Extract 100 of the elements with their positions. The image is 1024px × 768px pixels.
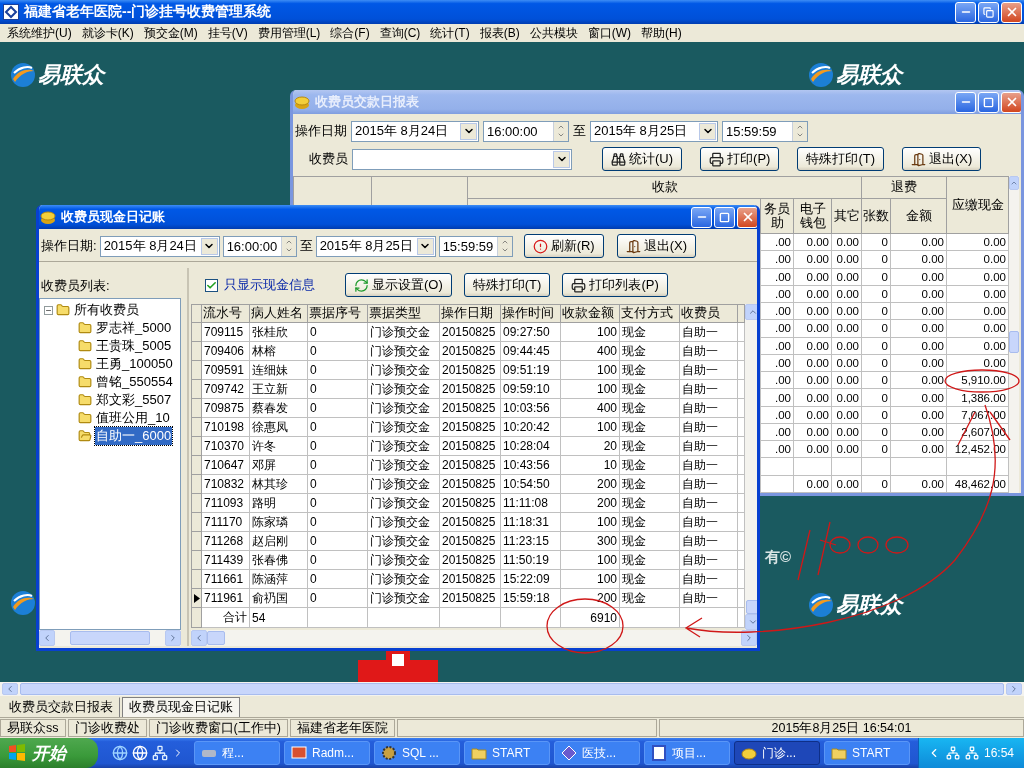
column-header: 支付方式 bbox=[619, 304, 680, 323]
spin-button[interactable] bbox=[496, 236, 512, 256]
spin-button[interactable] bbox=[553, 121, 568, 141]
toolbar-button[interactable]: 打印列表(P) bbox=[562, 273, 668, 297]
maximize-button[interactable] bbox=[714, 206, 735, 228]
scrollbar-thumb[interactable] bbox=[70, 631, 150, 645]
taskbar-button[interactable]: 医技... bbox=[554, 741, 640, 765]
spin-button[interactable] bbox=[280, 236, 296, 256]
close-button[interactable] bbox=[1001, 91, 1021, 113]
scroll-button[interactable] bbox=[1009, 176, 1019, 190]
menu-item[interactable]: 报表(B) bbox=[474, 24, 525, 42]
menu-item[interactable]: 就诊卡(K) bbox=[76, 24, 139, 42]
taskbar-button[interactable]: START bbox=[464, 741, 550, 765]
tree-item[interactable]: 王贵珠_5005 bbox=[95, 337, 173, 355]
menu-item[interactable]: 窗口(W) bbox=[582, 24, 636, 42]
date-picker[interactable]: 2015年 8月24日 bbox=[351, 120, 479, 142]
vertical-scrollbar[interactable] bbox=[1009, 176, 1019, 493]
scrollbar-thumb[interactable] bbox=[207, 631, 225, 645]
taskbar-button[interactable]: SQL ... bbox=[374, 741, 460, 765]
time-field[interactable]: 16:00:00 bbox=[222, 235, 297, 257]
taskbar-button[interactable]: Radm... bbox=[284, 741, 370, 765]
taskbar-button[interactable]: START bbox=[824, 741, 910, 765]
column-header: 应缴现金 bbox=[946, 176, 1009, 234]
minimize-button[interactable] bbox=[955, 91, 976, 113]
checkbox[interactable] bbox=[205, 278, 218, 292]
chevron-down-icon bbox=[284, 246, 293, 254]
toolbar-button[interactable]: 特殊打印(T) bbox=[463, 273, 551, 297]
toolbar-button[interactable]: 打印(P) bbox=[700, 147, 780, 171]
collapse-toggle[interactable] bbox=[44, 305, 53, 315]
scrollbar-thumb[interactable] bbox=[746, 600, 757, 614]
toolbar-button[interactable]: 统计(U) bbox=[602, 147, 683, 171]
menu-item[interactable]: 预交金(M) bbox=[138, 24, 203, 42]
dropdown-button[interactable] bbox=[699, 122, 716, 140]
dropdown-button[interactable] bbox=[416, 237, 434, 255]
window-tab[interactable]: 收费员现金日记账 bbox=[122, 697, 240, 717]
minimize-button[interactable] bbox=[691, 206, 712, 228]
column-header: 收款金额 bbox=[560, 304, 620, 323]
toolbar-button[interactable]: 显示设置(O) bbox=[345, 273, 452, 297]
globe-icon[interactable] bbox=[132, 745, 148, 761]
time-field[interactable]: 15:59:59 bbox=[722, 120, 808, 142]
horizontal-scrollbar[interactable] bbox=[191, 630, 757, 646]
tree-item[interactable]: 郑文彩_5507 bbox=[95, 391, 173, 409]
menu-item[interactable]: 综合(F) bbox=[325, 24, 375, 42]
network-icon[interactable] bbox=[152, 745, 168, 761]
tree-item[interactable]: 值班公用_10 bbox=[95, 409, 171, 427]
scroll-button[interactable] bbox=[745, 614, 757, 630]
menu-item[interactable]: 公共模块 bbox=[524, 24, 583, 42]
toolbar-button[interactable]: 退出(X) bbox=[616, 234, 696, 258]
horizontal-scrollbar[interactable] bbox=[39, 630, 181, 646]
menu-item[interactable]: 统计(T) bbox=[425, 24, 475, 42]
menu-item[interactable]: 挂号(V) bbox=[202, 24, 253, 42]
menu-item[interactable]: 查询(C) bbox=[374, 24, 426, 42]
scroll-button[interactable] bbox=[1006, 683, 1022, 695]
scroll-button[interactable] bbox=[191, 630, 207, 646]
monitor-icon bbox=[291, 745, 307, 761]
scrollbar-thumb[interactable] bbox=[1009, 330, 1019, 353]
date-picker[interactable]: 2015年 8月25日 bbox=[590, 120, 718, 142]
tree-item[interactable]: 曾铭_550554 bbox=[95, 373, 174, 391]
windows-logo-icon bbox=[8, 744, 26, 762]
date-picker[interactable]: 2015年 8月24日 bbox=[99, 235, 220, 257]
dropdown-button[interactable] bbox=[200, 237, 218, 255]
restore-button[interactable] bbox=[978, 1, 999, 23]
network-icon[interactable] bbox=[945, 746, 960, 760]
scroll-button[interactable] bbox=[39, 630, 55, 646]
door-icon bbox=[911, 151, 926, 167]
menu-item[interactable]: 费用管理(L) bbox=[252, 24, 326, 42]
globe-logo-icon bbox=[808, 592, 834, 618]
tree-item[interactable]: 罗志祥_5000 bbox=[95, 319, 173, 337]
scroll-button[interactable] bbox=[745, 304, 757, 320]
tree-item[interactable]: 所有收费员 bbox=[73, 301, 140, 319]
toolbar-button[interactable]: 刷新(R) bbox=[523, 234, 604, 258]
chevron-down-icon bbox=[500, 246, 509, 254]
coins-icon bbox=[40, 209, 56, 225]
taskbar-button[interactable]: 程... bbox=[194, 741, 280, 765]
menu-item[interactable]: 帮助(H) bbox=[636, 24, 687, 42]
dropdown-button[interactable] bbox=[553, 150, 570, 168]
refresh-icon bbox=[354, 277, 369, 293]
time-field[interactable]: 15:59:59 bbox=[438, 235, 513, 257]
dropdown-button[interactable] bbox=[460, 122, 477, 140]
minimize-button[interactable] bbox=[955, 1, 976, 23]
horizontal-scrollbar[interactable] bbox=[0, 682, 1024, 696]
date-picker[interactable]: 2015年 8月25日 bbox=[315, 235, 436, 257]
browser-icon[interactable] bbox=[112, 745, 128, 761]
network-icon[interactable] bbox=[964, 746, 979, 760]
column-header: 收费员 bbox=[679, 304, 738, 323]
maximize-button[interactable] bbox=[978, 91, 999, 113]
scroll-button[interactable] bbox=[2, 683, 18, 695]
taskbar-button[interactable]: 项目... bbox=[644, 741, 730, 765]
tree-item[interactable]: 自助一_6000 bbox=[95, 427, 173, 445]
tree-item[interactable]: 王勇_100050 bbox=[95, 355, 174, 373]
toolbar-button[interactable]: 退出(X) bbox=[902, 147, 982, 171]
close-button[interactable] bbox=[737, 206, 757, 228]
time-field[interactable]: 16:00:00 bbox=[483, 120, 569, 142]
vertical-scrollbar[interactable] bbox=[745, 304, 757, 630]
toolbar-button[interactable]: 特殊打印(T) bbox=[797, 147, 884, 171]
close-button[interactable] bbox=[1001, 1, 1022, 23]
taskbar-button[interactable]: 门诊... bbox=[734, 741, 820, 765]
menu-item[interactable]: 系统维护(U) bbox=[2, 24, 77, 42]
scrollbar-thumb[interactable] bbox=[20, 683, 1004, 695]
spin-button[interactable] bbox=[792, 121, 807, 141]
